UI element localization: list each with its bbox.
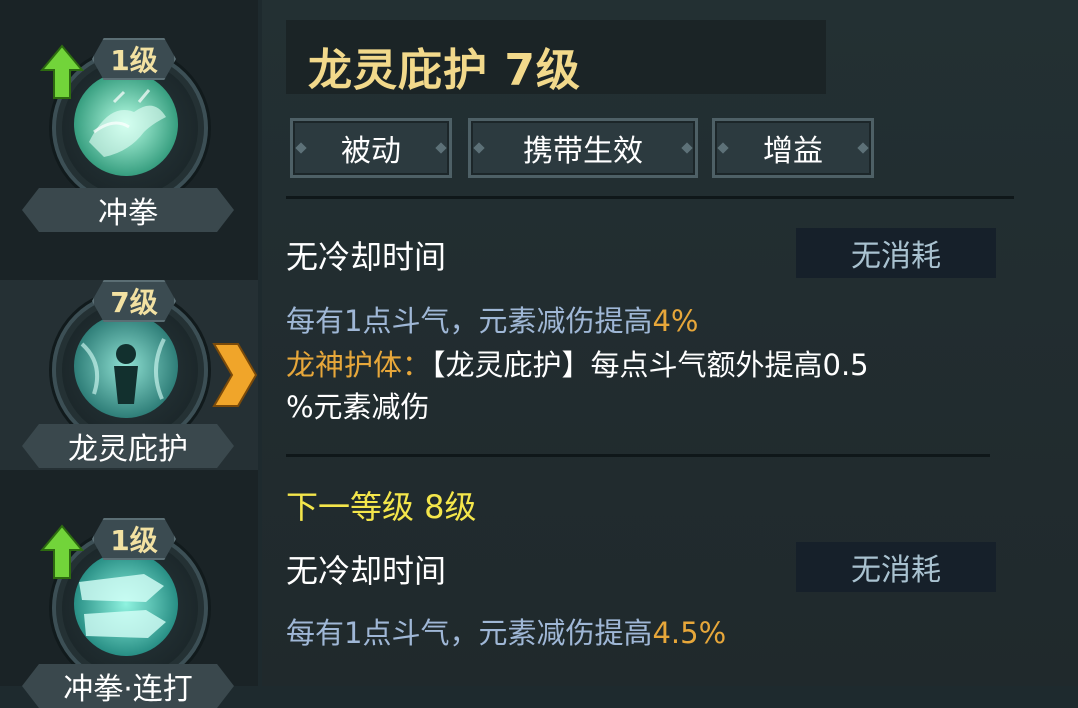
skill-name-plate: 冲拳 bbox=[22, 188, 234, 232]
effect-value: 4% bbox=[652, 304, 699, 338]
skill-sidebar: 1级 冲拳 7级 龙灵庇护 1级 冲拳·连打 bbox=[0, 0, 258, 708]
dragon-spirit-skill-icon bbox=[74, 314, 178, 418]
divider bbox=[286, 454, 990, 457]
skill-slot-punch[interactable]: 1级 冲拳 bbox=[0, 0, 258, 250]
next-cost-box: 无消耗 bbox=[796, 542, 996, 592]
bonus-description: 龙神护体：【龙灵庇护】每点斗气额外提高0.5 %元素减伤 bbox=[286, 344, 1006, 428]
skill-name-plate: 龙灵庇护 bbox=[22, 424, 234, 468]
level-badge: 1级 bbox=[92, 38, 176, 80]
bonus-text-cont: %元素减伤 bbox=[286, 390, 430, 424]
skill-name-plate: 冲拳·连打 bbox=[22, 664, 234, 708]
next-level-heading: 下一等级 8级 bbox=[286, 488, 477, 526]
fist-combo-skill-icon bbox=[74, 552, 178, 656]
level-badge: 1级 bbox=[92, 518, 176, 560]
upgrade-arrow-icon bbox=[40, 44, 84, 99]
skill-ring: 1级 bbox=[40, 518, 208, 686]
upgrade-arrow-icon bbox=[40, 524, 84, 579]
effect-description: 每有1点斗气，元素减伤提高4% bbox=[286, 300, 698, 342]
skill-detail-panel: 龙灵庇护 7级 被动 携带生效 增益 无冷却时间 无消耗 每有1点斗气，元素减伤… bbox=[262, 0, 1078, 686]
tag-passive: 被动 bbox=[290, 118, 452, 178]
skill-ring: 1级 bbox=[40, 38, 208, 206]
next-effect-text: 每有1点斗气，元素减伤提高 bbox=[286, 616, 653, 650]
level-badge: 7级 bbox=[92, 280, 176, 322]
next-cooldown-label: 无冷却时间 bbox=[286, 552, 447, 590]
cooldown-label: 无冷却时间 bbox=[286, 238, 447, 276]
skill-title: 龙灵庇护 7级 bbox=[308, 45, 581, 96]
skill-slot-punch-combo[interactable]: 1级 冲拳·连打 bbox=[0, 500, 258, 708]
selected-chevron-icon bbox=[212, 343, 258, 407]
divider bbox=[286, 196, 1014, 199]
dragon-skill-icon bbox=[74, 72, 178, 176]
bonus-label: 龙神护体： bbox=[286, 348, 432, 382]
effect-text: 每有1点斗气，元素减伤提高 bbox=[286, 304, 653, 338]
bonus-text: 【龙灵庇护】每点斗气额外提高0.5 bbox=[431, 348, 869, 382]
tag-buff: 增益 bbox=[712, 118, 874, 178]
next-effect-description: 每有1点斗气，元素减伤提高4.5% bbox=[286, 612, 726, 654]
next-effect-value: 4.5% bbox=[652, 616, 727, 650]
cost-box: 无消耗 bbox=[796, 228, 996, 278]
tag-carry-effect: 携带生效 bbox=[468, 118, 698, 178]
